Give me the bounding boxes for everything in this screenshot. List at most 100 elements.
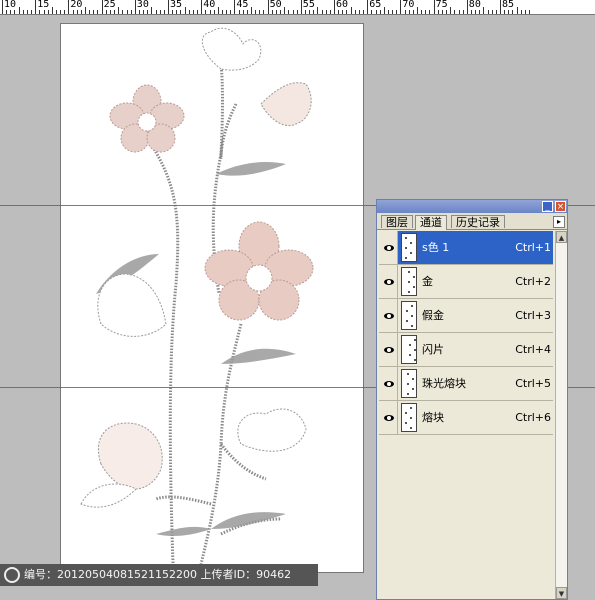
thumbnail-speck bbox=[407, 383, 409, 385]
channel-body[interactable]: 熔块 Ctrl+6 bbox=[398, 401, 553, 434]
ruler-major-tick bbox=[334, 0, 335, 14]
visibility-eye-icon[interactable] bbox=[380, 299, 398, 332]
panel-titlebar[interactable]: _ × bbox=[377, 200, 567, 213]
minimize-button[interactable]: _ bbox=[542, 201, 553, 212]
channel-list: s色 1 Ctrl+1 金 Ctrl+2 假金 Ctrl+3 闪片 Ctrl+4 珠光熔块 Ctr… bbox=[379, 231, 553, 599]
ruler-minor-tick bbox=[51, 7, 53, 14]
close-button[interactable]: × bbox=[555, 201, 566, 212]
thumbnail-speck bbox=[414, 359, 416, 361]
channel-shortcut: Ctrl+6 bbox=[515, 411, 551, 424]
ruler-minor-tick bbox=[114, 10, 116, 14]
flower-center-big bbox=[204, 221, 314, 321]
tab-history[interactable]: 历史记录 bbox=[451, 215, 505, 229]
ruler-minor-tick bbox=[6, 10, 8, 14]
channel-body[interactable]: 假金 Ctrl+3 bbox=[398, 299, 553, 332]
panel-menu-button[interactable]: ▸ bbox=[553, 216, 565, 228]
ruler-minor-tick bbox=[441, 10, 443, 14]
ruler-major-tick bbox=[400, 0, 402, 14]
thumbnail-speck bbox=[411, 305, 413, 307]
channel-body[interactable]: s色 1 Ctrl+1 bbox=[398, 231, 553, 264]
ruler-minor-tick bbox=[271, 10, 273, 14]
ruler-minor-tick bbox=[479, 10, 481, 14]
ruler-minor-tick bbox=[255, 10, 257, 14]
thumbnail-speck bbox=[412, 388, 414, 390]
tab-layers[interactable]: 图层 bbox=[381, 215, 413, 229]
ruler-minor-tick bbox=[338, 10, 340, 14]
ruler-minor-tick bbox=[22, 10, 24, 14]
ruler-major-tick bbox=[466, 0, 468, 14]
channel-thumbnail bbox=[401, 369, 417, 398]
ruler-minor-tick bbox=[93, 10, 95, 14]
channel-row[interactable]: s色 1 Ctrl+1 bbox=[379, 231, 553, 265]
watermark-logo-icon bbox=[4, 567, 20, 583]
thumbnail-speck bbox=[408, 271, 410, 273]
visibility-eye-icon[interactable] bbox=[380, 367, 398, 400]
channel-body[interactable]: 闪片 Ctrl+4 bbox=[398, 333, 553, 366]
thumbnail-speck bbox=[408, 291, 410, 293]
thumbnail-speck bbox=[412, 378, 414, 380]
ruler-label: 40 bbox=[203, 0, 216, 10]
channels-panel[interactable]: _ × 图层 通道 历史记录 ▸ s色 1 Ctrl+1 金 Ctrl+2 假金 Ctrl… bbox=[376, 199, 568, 600]
ruler-minor-tick bbox=[309, 10, 311, 14]
flower-top-left bbox=[109, 84, 185, 153]
watermark-text: 编号：20120504081521152200 上传者ID：90462 bbox=[24, 568, 292, 581]
ruler-minor-tick bbox=[454, 10, 456, 14]
ruler-major-tick bbox=[168, 0, 169, 14]
channel-body[interactable]: 珠光熔块 Ctrl+5 bbox=[398, 367, 553, 400]
ruler-minor-tick bbox=[483, 7, 485, 14]
scroll-down-arrow-icon[interactable]: ▼ bbox=[556, 587, 567, 599]
channel-thumbnail bbox=[401, 335, 417, 364]
ruler-minor-tick bbox=[529, 10, 531, 14]
ruler-major-tick bbox=[500, 0, 501, 14]
channel-row[interactable]: 闪片 Ctrl+4 bbox=[379, 333, 553, 367]
ruler-minor-tick bbox=[313, 10, 315, 14]
vertical-scrollbar[interactable]: ▲ ▼ bbox=[555, 231, 567, 599]
ruler-minor-tick bbox=[55, 10, 57, 14]
channel-row[interactable]: 珠光熔块 Ctrl+5 bbox=[379, 367, 553, 401]
thumbnail-speck bbox=[407, 393, 409, 395]
ruler-minor-tick bbox=[404, 10, 406, 14]
ruler-minor-tick bbox=[425, 10, 427, 14]
ruler-minor-tick bbox=[392, 10, 394, 14]
visibility-eye-icon[interactable] bbox=[380, 265, 398, 298]
ruler-minor-tick bbox=[76, 10, 78, 14]
channel-row[interactable]: 假金 Ctrl+3 bbox=[379, 299, 553, 333]
ruler-minor-tick bbox=[184, 7, 186, 14]
horizontal-ruler[interactable]: 10 15 20 25 30 35 40 45 50 55 60 65 70 75 80 85 bbox=[0, 0, 595, 15]
channel-body[interactable]: 金 Ctrl+2 bbox=[398, 265, 553, 298]
ruler-minor-tick bbox=[412, 10, 414, 14]
channel-shortcut: Ctrl+3 bbox=[515, 309, 551, 322]
ruler-minor-tick bbox=[205, 10, 207, 14]
channel-row[interactable]: 熔块 Ctrl+6 bbox=[379, 401, 553, 435]
ruler-minor-tick bbox=[524, 10, 526, 14]
ruler-minor-tick bbox=[43, 10, 45, 14]
thumbnail-speck bbox=[405, 247, 407, 249]
ruler-major-tick bbox=[134, 0, 136, 14]
ruler-minor-tick bbox=[217, 7, 219, 14]
flower-bottom-right-outline bbox=[237, 408, 307, 452]
thumbnail-speck bbox=[405, 237, 407, 239]
visibility-eye-icon[interactable] bbox=[380, 231, 398, 264]
ruler-minor-tick bbox=[470, 10, 472, 14]
eye-icon bbox=[383, 414, 394, 421]
ruler-minor-tick bbox=[350, 7, 352, 14]
ruler-minor-tick bbox=[80, 10, 82, 14]
ruler-minor-tick bbox=[358, 10, 360, 14]
channel-thumbnail bbox=[401, 267, 417, 296]
tab-channels[interactable]: 通道 bbox=[415, 215, 447, 230]
ruler-minor-tick bbox=[354, 10, 356, 14]
ruler-minor-tick bbox=[209, 10, 211, 14]
ruler-minor-tick bbox=[130, 10, 132, 14]
ruler-minor-tick bbox=[147, 10, 149, 14]
ruler-minor-tick bbox=[495, 10, 497, 14]
visibility-eye-icon[interactable] bbox=[380, 401, 398, 434]
ruler-label: 75 bbox=[435, 0, 448, 10]
ruler-minor-tick bbox=[342, 10, 344, 14]
channel-row[interactable]: 金 Ctrl+2 bbox=[379, 265, 553, 299]
ruler-minor-tick bbox=[396, 10, 398, 14]
document-canvas[interactable] bbox=[60, 23, 364, 573]
ruler-minor-tick bbox=[325, 10, 327, 14]
scroll-up-arrow-icon[interactable]: ▲ bbox=[556, 231, 567, 243]
channel-shortcut: Ctrl+2 bbox=[515, 275, 551, 288]
visibility-eye-icon[interactable] bbox=[380, 333, 398, 366]
